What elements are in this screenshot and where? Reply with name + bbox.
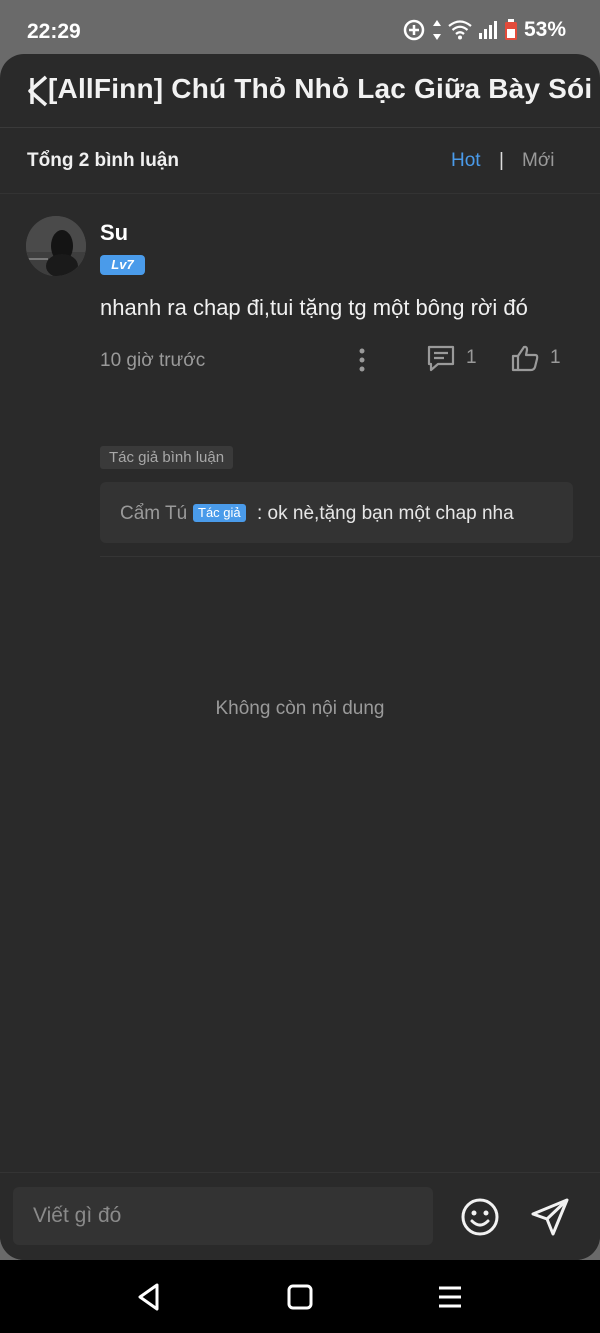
author-badge: Tác giả — [193, 504, 246, 522]
comment-input[interactable] — [13, 1187, 433, 1245]
like-button[interactable]: 1 — [510, 344, 561, 372]
thumbs-up-icon — [511, 345, 539, 372]
comment-input-bar — [0, 1172, 600, 1260]
emoji-icon[interactable] — [459, 1196, 501, 1238]
sort-hot-tab[interactable]: Hot — [451, 150, 481, 172]
back-arrow-icon[interactable] — [24, 74, 50, 108]
total-comments-label: Tổng 2 bình luận — [27, 150, 179, 171]
end-of-content-label: Không còn nội dung — [215, 698, 385, 719]
status-icons: 53% — [402, 18, 566, 42]
avatar-image — [26, 216, 86, 276]
author-commented-tag: Tác giả bình luận — [100, 446, 234, 469]
like-count: 1 — [550, 347, 561, 368]
system-nav-bar — [0, 1260, 600, 1333]
comment-username[interactable]: Su — [100, 220, 128, 246]
nav-back-icon[interactable] — [135, 1282, 163, 1312]
data-arrows-icon — [432, 20, 441, 40]
avatar[interactable] — [26, 216, 86, 276]
nav-recents-icon[interactable] — [437, 1284, 463, 1310]
battery-percent: 53% — [523, 18, 566, 41]
sort-separator: | — [499, 150, 504, 171]
reply-comment-icon — [427, 345, 455, 372]
signal-icon — [478, 21, 497, 39]
header: [AllFinn] Chú Thỏ Nhỏ Lạc Giữa Bày Sói — [0, 54, 600, 128]
level-badge: Lv7 — [100, 255, 145, 275]
nav-home-icon[interactable] — [286, 1283, 314, 1311]
reply-text: : ok nè,tặng bạn một chap nha — [257, 503, 514, 524]
sort-row: Tổng 2 bình luận Hot | Mới — [0, 128, 600, 194]
page-title: [AllFinn] Chú Thỏ Nhỏ Lạc Giữa Bày Sói — [48, 73, 593, 104]
reply-preview[interactable]: Cẩm Tú Tác giả : ok nè,tặng bạn một chap… — [100, 482, 573, 543]
send-icon[interactable] — [529, 1196, 571, 1238]
reply-author-name[interactable]: Cẩm Tú — [120, 503, 187, 525]
comment-text: nhanh ra chap đi,tui tặng tg một bông rờ… — [100, 295, 528, 320]
comments-sheet: [AllFinn] Chú Thỏ Nhỏ Lạc Giữa Bày Sói T… — [0, 54, 600, 1260]
divider — [100, 556, 600, 557]
wifi-icon — [448, 20, 472, 40]
reply-count: 1 — [466, 347, 477, 368]
data-saver-icon — [403, 19, 425, 41]
sort-new-tab[interactable]: Mới — [522, 150, 555, 172]
reply-button[interactable]: 1 — [426, 344, 477, 372]
more-options-icon[interactable] — [352, 346, 372, 374]
comment-timestamp: 10 giờ trước — [100, 350, 206, 371]
battery-icon — [504, 19, 517, 40]
status-bar: 22:29 53% — [0, 0, 600, 54]
status-time: 22:29 — [27, 20, 81, 43]
